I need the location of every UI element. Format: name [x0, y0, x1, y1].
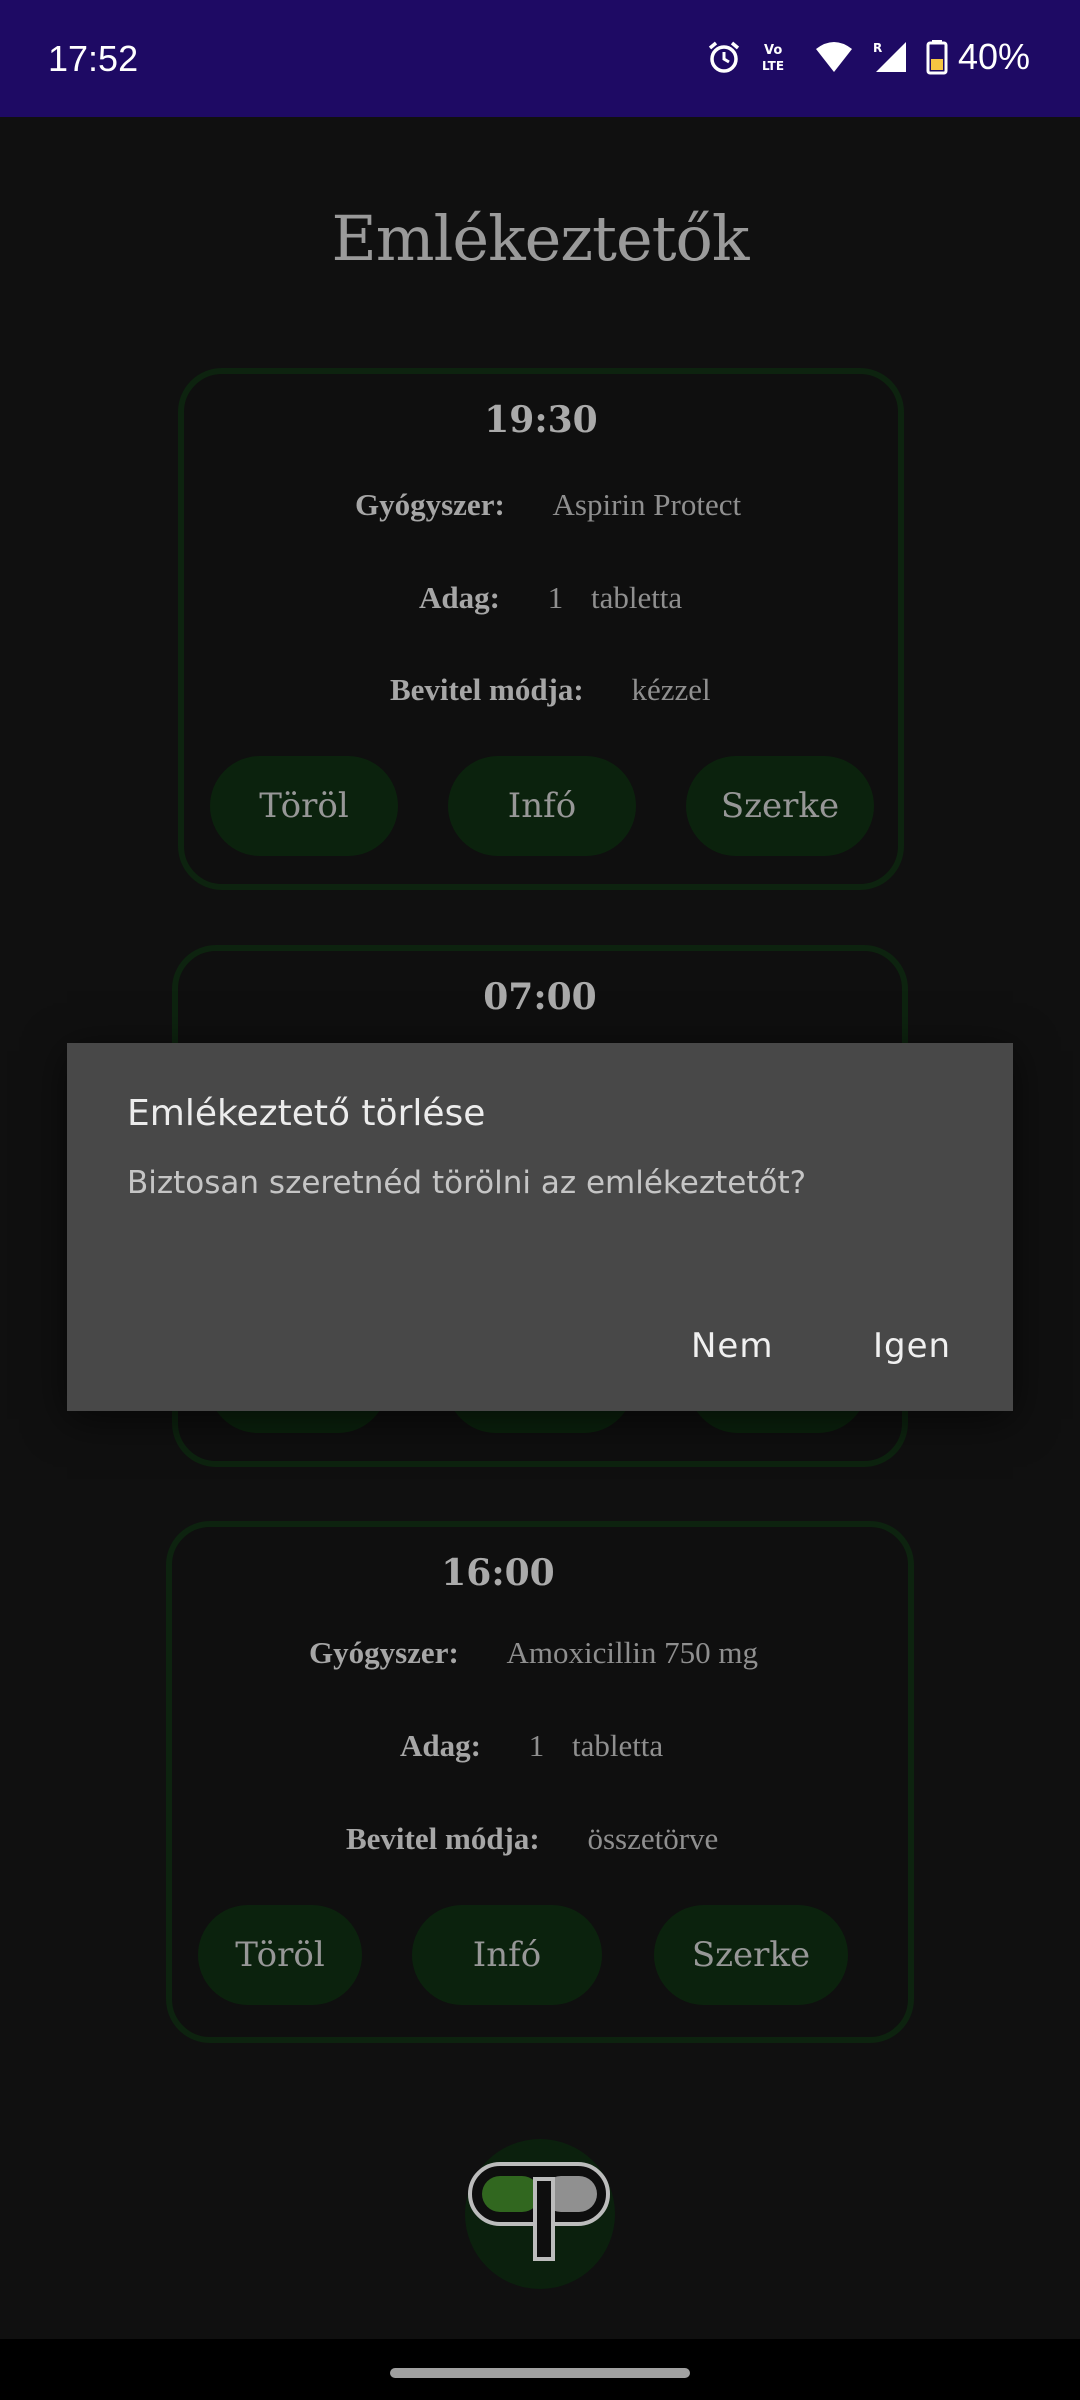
svg-text:Vo: Vo	[764, 43, 782, 58]
delete-confirm-dialog: Emlékeztető törlése Biztosan szeretnéd t…	[67, 1043, 1013, 1411]
svg-text:R: R	[873, 41, 882, 55]
wifi-icon	[815, 42, 852, 72]
navigation-bar	[0, 2339, 1080, 2400]
svg-text:LTE: LTE	[762, 59, 784, 73]
signal-icon: R	[873, 41, 906, 72]
status-bar: 17:52 Vo LTE R 40%	[0, 0, 1080, 117]
status-icons: Vo LTE R 40%	[706, 36, 1030, 78]
dialog-message: Biztosan szeretnéd törölni az emlékeztet…	[127, 1165, 807, 1201]
dialog-yes-button[interactable]: Igen	[873, 1326, 951, 1366]
battery-percent: 40%	[957, 36, 1030, 77]
home-gesture-pill[interactable]	[390, 2368, 690, 2378]
status-time: 17:52	[48, 38, 139, 79]
dialog-title: Emlékeztető törlése	[127, 1093, 486, 1134]
dialog-no-button[interactable]: Nem	[691, 1326, 773, 1366]
alarm-icon	[708, 41, 740, 73]
battery-icon	[926, 40, 948, 75]
volte-icon: Vo LTE	[762, 43, 784, 73]
